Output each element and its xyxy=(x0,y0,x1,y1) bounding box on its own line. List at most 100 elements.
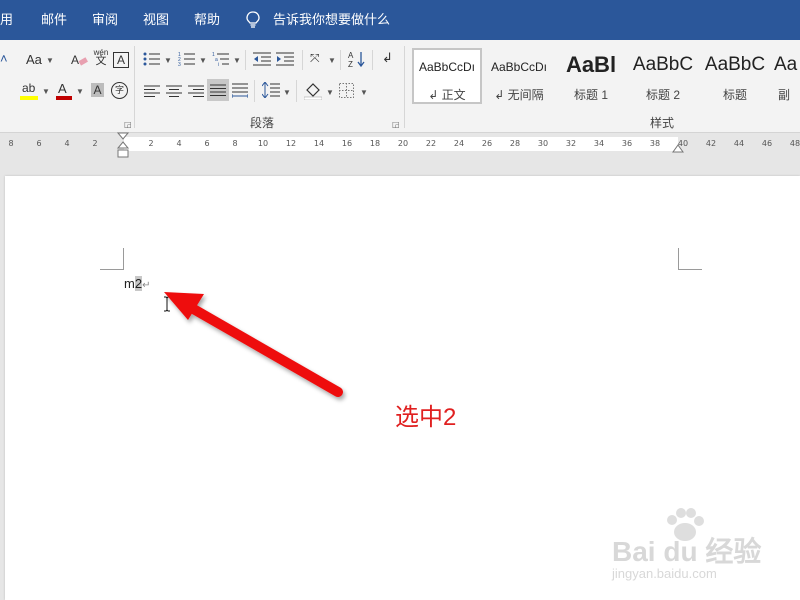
tell-me-search[interactable]: 告诉我你想要做什么 xyxy=(273,12,390,28)
svg-text:3: 3 xyxy=(178,62,181,66)
tab-help[interactable]: 帮助 xyxy=(194,12,220,28)
decrease-indent-icon[interactable] xyxy=(253,52,271,71)
align-center-icon[interactable] xyxy=(166,84,182,102)
chevron-down-icon[interactable]: ▼ xyxy=(360,88,368,97)
margin-mark xyxy=(678,248,679,270)
red-arrow-icon xyxy=(164,292,343,397)
style-no-spacing[interactable]: AaBbCcDı ↲ 无间隔 xyxy=(484,48,554,104)
style-name: 副 xyxy=(778,88,791,102)
separator xyxy=(372,50,373,70)
style-name: ↲ 正文 xyxy=(428,88,466,102)
chevron-down-icon[interactable]: ▼ xyxy=(233,56,241,65)
distributed-align-icon[interactable] xyxy=(231,82,249,103)
character-border-button[interactable]: A xyxy=(113,52,129,68)
styles-gallery: AaBbCcDı ↲ 正文 AaBbCcDı ↲ 无间隔 AaBl 标题 1 A… xyxy=(408,44,800,106)
separator xyxy=(254,80,255,102)
chevron-down-icon[interactable]: ▼ xyxy=(283,88,291,97)
document-text[interactable]: m2↵ xyxy=(124,276,150,291)
separator xyxy=(302,50,303,70)
chevron-down-icon[interactable]: ▼ xyxy=(326,88,334,97)
style-preview: AaBbCcDı xyxy=(490,60,548,74)
bullets-icon[interactable] xyxy=(143,52,161,71)
indent-marker-icon[interactable] xyxy=(116,132,130,163)
ruler-tick: 14 xyxy=(313,139,325,148)
style-title[interactable]: AaBbC 标题 xyxy=(700,48,770,104)
paragraph-group-label: 段落 xyxy=(250,116,275,130)
multilevel-list-icon[interactable]: 1ai xyxy=(212,52,230,71)
line-spacing-icon[interactable] xyxy=(261,81,280,103)
show-paragraph-marks-icon[interactable]: ↲ xyxy=(382,50,393,66)
ribbon-tab-bar: 用 邮件 审阅 视图 帮助 告诉我你想要做什么 xyxy=(0,0,800,40)
lightbulb-icon[interactable] xyxy=(245,11,261,34)
tab-view[interactable]: 视图 xyxy=(143,12,169,28)
ruler-tick: 8 xyxy=(8,139,14,148)
style-preview: AaBbC xyxy=(632,54,694,75)
ruler-tick: 38 xyxy=(649,139,661,148)
borders-icon[interactable] xyxy=(339,83,354,103)
paragraph-dialog-launcher-icon[interactable]: ◲ xyxy=(392,120,400,129)
style-name: 标题 2 xyxy=(645,88,680,102)
change-case-button[interactable]: Aa xyxy=(26,51,42,69)
chinese-layout-icon[interactable]: ⤧ xyxy=(310,51,320,66)
ruler-tick: 12 xyxy=(285,139,297,148)
baidu-watermark: Bai du 经验 jingyan.baidu.com xyxy=(612,508,782,588)
clear-formatting-icon[interactable]: A xyxy=(70,52,88,73)
chevron-down-icon[interactable]: ▼ xyxy=(76,87,84,96)
style-subtitle[interactable]: Aa 副 xyxy=(772,48,800,104)
right-indent-marker-icon[interactable] xyxy=(672,141,684,159)
ruler-tick: 16 xyxy=(341,139,353,148)
ruler-tick: 8 xyxy=(232,139,238,148)
align-left-icon[interactable] xyxy=(144,84,160,102)
increase-indent-icon[interactable] xyxy=(276,52,294,71)
margin-mark xyxy=(123,248,124,270)
ruler-tick: 6 xyxy=(204,139,210,148)
svg-text:Z: Z xyxy=(348,60,353,68)
ruler-tick: 46 xyxy=(761,139,773,148)
selected-text: 2 xyxy=(134,276,143,291)
highlight-icon: ab xyxy=(22,81,36,95)
annotation-label: 选中2 xyxy=(395,404,457,431)
style-normal[interactable]: AaBbCcDı ↲ 正文 xyxy=(412,48,482,104)
style-heading-1[interactable]: AaBl 标题 1 xyxy=(556,48,626,104)
grow-font-icon[interactable]: ˄ xyxy=(0,50,8,68)
svg-text:A: A xyxy=(71,53,79,67)
chevron-down-icon[interactable]: ▼ xyxy=(164,56,172,65)
phonetic-guide-button[interactable]: wén 文 xyxy=(92,48,110,67)
ruler-tick: 24 xyxy=(453,139,465,148)
paint-bucket-icon[interactable] xyxy=(303,82,323,105)
tab-review[interactable]: 审阅 xyxy=(92,12,118,28)
chevron-down-icon[interactable]: ▼ xyxy=(46,56,54,65)
font-color-button[interactable]: A xyxy=(58,81,67,96)
styles-group-label: 样式 xyxy=(650,116,675,130)
ruler-tick: 34 xyxy=(593,139,605,148)
chevron-down-icon[interactable]: ▼ xyxy=(42,87,50,96)
chevron-down-icon[interactable]: ▼ xyxy=(199,56,207,65)
character-shading-button[interactable]: A xyxy=(91,83,104,97)
style-heading-2[interactable]: AaBbC 标题 2 xyxy=(628,48,698,104)
ruler-tick: 4 xyxy=(64,139,70,148)
style-name: 标题 xyxy=(722,88,747,102)
ruler-tick: 32 xyxy=(565,139,577,148)
ruler-tick: 20 xyxy=(397,139,409,148)
separator xyxy=(296,80,297,102)
margin-mark xyxy=(100,269,124,270)
tab-mailings[interactable]: 邮件 xyxy=(41,12,67,28)
margin-mark xyxy=(678,269,702,270)
separator xyxy=(340,50,341,70)
tab-references[interactable]: 用 xyxy=(0,12,13,28)
group-separator xyxy=(134,46,135,128)
align-right-icon[interactable] xyxy=(188,84,204,102)
sort-icon[interactable]: AZ xyxy=(348,50,366,73)
chevron-down-icon[interactable]: ▼ xyxy=(328,56,336,65)
justify-button-active[interactable] xyxy=(207,79,229,101)
svg-text:i: i xyxy=(218,62,219,66)
font-dialog-launcher-icon[interactable]: ◲ xyxy=(124,120,132,129)
numbering-icon[interactable]: 123 xyxy=(178,52,196,71)
style-preview: Aa xyxy=(774,54,798,75)
enclose-characters-button[interactable]: 字 xyxy=(111,82,128,99)
highlight-button[interactable]: ab xyxy=(22,82,35,94)
ruler-tick: 18 xyxy=(369,139,381,148)
separator xyxy=(245,50,246,70)
ruler-tick: 10 xyxy=(257,139,269,148)
style-preview: AaBbCcDı xyxy=(418,60,476,74)
